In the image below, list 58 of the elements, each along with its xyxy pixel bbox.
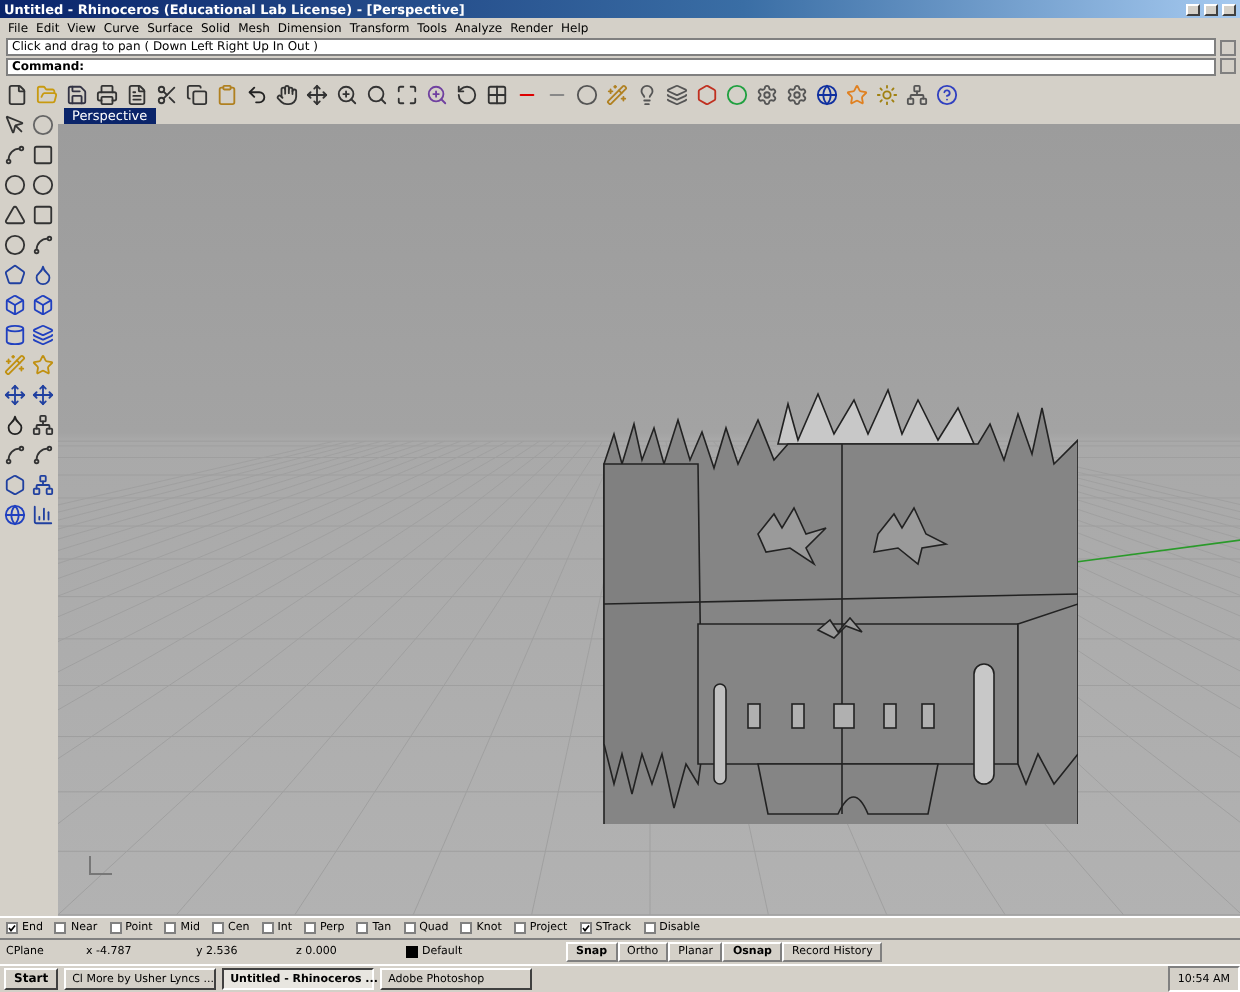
- droplet-icon[interactable]: [2, 412, 28, 438]
- layers-icon[interactable]: [30, 322, 56, 348]
- search-icon[interactable]: [364, 81, 390, 107]
- clipboard-icon[interactable]: [214, 81, 240, 107]
- move-icon[interactable]: [2, 382, 28, 408]
- check-icon: [581, 924, 590, 932]
- zoom-in-icon[interactable]: [334, 81, 360, 107]
- check-icon: [8, 924, 16, 932]
- restore-button[interactable]: [1204, 3, 1218, 15]
- droplet-icon[interactable]: [30, 262, 56, 288]
- spline-icon[interactable]: [2, 142, 28, 168]
- document-icon[interactable]: [124, 81, 150, 107]
- move-icon[interactable]: [304, 81, 330, 107]
- print-icon[interactable]: [94, 81, 120, 107]
- square-icon[interactable]: [30, 202, 56, 228]
- help-icon[interactable]: [934, 81, 960, 107]
- minimize-button[interactable]: [1186, 3, 1200, 15]
- star-icon[interactable]: [844, 81, 870, 107]
- network-icon[interactable]: [904, 81, 930, 107]
- copy-icon[interactable]: [184, 81, 210, 107]
- hexagon-icon[interactable]: [2, 472, 28, 498]
- zoom-in-icon[interactable]: [424, 81, 450, 107]
- axis-icon: [86, 854, 114, 878]
- square-icon[interactable]: [30, 142, 56, 168]
- rotate-icon[interactable]: [454, 81, 480, 107]
- globe-icon[interactable]: [2, 502, 28, 528]
- network-icon[interactable]: [30, 412, 56, 438]
- maximize-icon[interactable]: [394, 81, 420, 107]
- box-icon[interactable]: [2, 292, 28, 318]
- spline-icon[interactable]: [30, 442, 56, 468]
- cut-icon[interactable]: [154, 81, 180, 107]
- circle-icon[interactable]: [2, 232, 28, 258]
- undo-icon[interactable]: [244, 81, 270, 107]
- circle-icon[interactable]: [30, 172, 56, 198]
- settings-icon[interactable]: [754, 81, 780, 107]
- triangle-icon[interactable]: [2, 202, 28, 228]
- circle-icon[interactable]: [574, 81, 600, 107]
- hexagon-icon[interactable]: [694, 81, 720, 107]
- close-button[interactable]: [1222, 3, 1236, 15]
- star-icon[interactable]: [30, 352, 56, 378]
- move-icon[interactable]: [30, 382, 56, 408]
- spline-icon[interactable]: [2, 442, 28, 468]
- bar-chart-icon[interactable]: [30, 502, 56, 528]
- grid-icon[interactable]: [484, 81, 510, 107]
- layers-icon[interactable]: [664, 81, 690, 107]
- network-icon[interactable]: [30, 472, 56, 498]
- circle-icon[interactable]: [30, 112, 56, 138]
- circle-icon[interactable]: [2, 172, 28, 198]
- hand-icon[interactable]: [274, 81, 300, 107]
- save-icon[interactable]: [64, 81, 90, 107]
- globe-icon[interactable]: [814, 81, 840, 107]
- new-file-icon[interactable]: [4, 81, 30, 107]
- cylinder-icon[interactable]: [2, 322, 28, 348]
- spline-icon[interactable]: [30, 232, 56, 258]
- pentagon-icon[interactable]: [2, 262, 28, 288]
- settings-icon[interactable]: [784, 81, 810, 107]
- box-icon[interactable]: [30, 292, 56, 318]
- pointer-icon[interactable]: [2, 112, 28, 138]
